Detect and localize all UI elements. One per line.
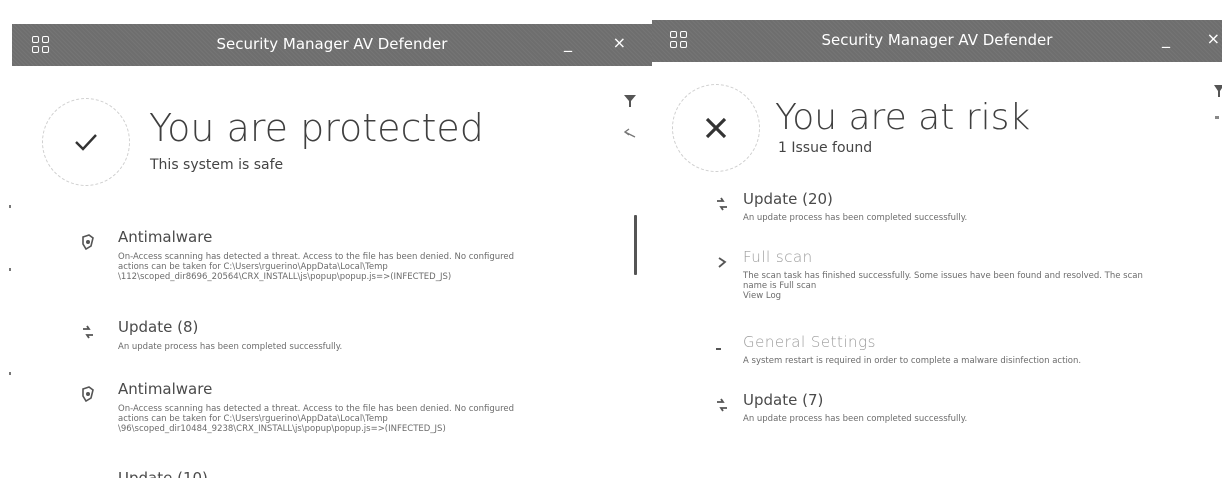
edge-mark	[9, 372, 11, 375]
event-description: On-Access scanning has detected a threat…	[118, 252, 514, 282]
close-button[interactable]: ×	[1207, 29, 1220, 48]
event-line: name is Full scan	[743, 281, 817, 291]
shield-alert-icon	[82, 234, 94, 250]
event-line: \112\scoped_dir8696_20564\CRX_INSTALL\js…	[118, 272, 452, 282]
filter-icon[interactable]	[1214, 84, 1222, 98]
window-title: Security Manager AV Defender	[821, 31, 1053, 49]
event-title: Full scan	[743, 248, 813, 266]
close-button[interactable]: ×	[613, 33, 626, 52]
update-icon	[717, 398, 727, 412]
status-circle	[42, 98, 130, 186]
title-bar[interactable]: Security Manager AV Defender _ ×	[652, 20, 1222, 62]
event-line: \96\scoped_dir10484_9238\CRX_INSTALL\js\…	[118, 424, 446, 434]
status-subtitle: 1 Issue found	[778, 140, 873, 156]
event-title: Antimalware	[118, 380, 213, 398]
event-title: Update (20)	[743, 190, 833, 208]
at-risk-window: Security Manager AV Defender _ × You are…	[652, 0, 1222, 478]
back-arrow-icon[interactable]	[1215, 116, 1219, 119]
event-line: actions can be taken for C:\Users\rgueri…	[118, 262, 388, 272]
event-title: Update (8)	[118, 318, 199, 336]
event-title: General Settings	[743, 333, 876, 351]
event-line: The scan task has finished successfully.…	[743, 271, 1143, 281]
event-item[interactable]: Update (8) An update process has been co…	[80, 318, 625, 358]
edge-mark	[9, 205, 11, 208]
event-description: An update process has been completed suc…	[743, 213, 967, 223]
checkmark-icon	[75, 134, 97, 151]
event-line: A system restart is required in order to…	[743, 356, 1082, 366]
scan-icon	[718, 257, 727, 268]
event-title: Update (7)	[743, 391, 824, 409]
status-subtitle: This system is safe	[150, 157, 284, 173]
event-line: On-Access scanning has detected a threat…	[118, 252, 515, 262]
status-circle	[672, 84, 760, 172]
shield-alert-icon	[82, 386, 94, 402]
scrollbar-thumb[interactable]	[634, 215, 637, 275]
event-description: The scan task has finished successfully.…	[743, 271, 1143, 301]
event-line: An update process has been completed suc…	[118, 342, 343, 352]
event-item[interactable]: Full scan The scan task has finished suc…	[714, 248, 1214, 318]
view-log-link[interactable]: View Log	[743, 291, 1143, 301]
x-icon	[705, 117, 727, 139]
status-title: You are protected	[149, 106, 484, 150]
event-description: An update process has been completed suc…	[118, 342, 342, 352]
event-line: An update process has been completed suc…	[743, 213, 968, 223]
filter-icon[interactable]	[623, 94, 637, 108]
event-line: actions can be taken for C:\Users\rgueri…	[118, 414, 388, 424]
minimize-button[interactable]: _	[1162, 29, 1170, 48]
event-item[interactable]: Update (10)	[80, 469, 625, 478]
status-title: You are at risk	[775, 97, 1031, 138]
protected-window: Security Manager AV Defender _ × You are…	[12, 0, 652, 478]
window-title: Security Manager AV Defender	[216, 35, 448, 53]
minimize-button[interactable]: _	[564, 33, 572, 52]
event-line: On-Access scanning has detected a threat…	[118, 404, 515, 414]
event-item[interactable]: Antimalware On-Access scanning has detec…	[80, 228, 625, 298]
event-description: On-Access scanning has detected a threat…	[118, 404, 514, 434]
update-icon	[717, 197, 727, 211]
event-title: Update (10)	[118, 469, 208, 478]
edge-mark	[9, 268, 11, 271]
title-bar[interactable]: Security Manager AV Defender _ ×	[12, 24, 652, 66]
back-arrow-icon[interactable]	[624, 128, 636, 138]
event-title: Antimalware	[118, 228, 213, 246]
event-item[interactable]: Update (7) An update process has been co…	[714, 391, 1214, 431]
event-item[interactable]: Antimalware On-Access scanning has detec…	[80, 380, 625, 450]
event-description: An update process has been completed suc…	[743, 414, 967, 424]
event-item[interactable]: General Settings A system restart is req…	[714, 333, 1214, 373]
event-item[interactable]: Update (20) An update process has been c…	[714, 190, 1214, 230]
event-description: A system restart is required in order to…	[743, 356, 1081, 366]
update-icon	[83, 325, 93, 339]
settings-icon	[716, 348, 721, 350]
event-line: An update process has been completed suc…	[743, 414, 968, 424]
